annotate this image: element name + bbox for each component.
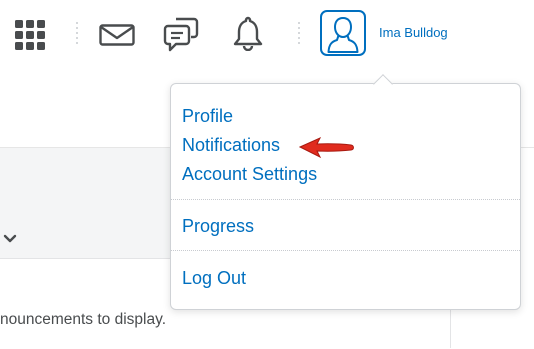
toolbar-separator — [76, 22, 78, 47]
menu-item-progress[interactable]: Progress — [182, 216, 254, 237]
menu-item-notifications[interactable]: Notifications — [182, 135, 280, 156]
menu-divider — [171, 199, 520, 200]
avatar — [320, 10, 366, 56]
chevron-down-icon[interactable] — [3, 234, 17, 244]
envelope-icon[interactable] — [99, 24, 135, 46]
menu-divider — [171, 250, 520, 251]
bell-icon[interactable] — [232, 15, 264, 51]
red-pointer-arrow-icon — [298, 136, 354, 159]
announcements-empty-text: nouncements to display. — [0, 311, 167, 328]
person-icon — [327, 16, 359, 53]
user-name: Ima Bulldog — [379, 25, 448, 40]
toolbar-separator — [298, 22, 300, 47]
menu-item-account-settings[interactable]: Account Settings — [182, 164, 317, 185]
menu-item-log-out[interactable]: Log Out — [182, 268, 246, 289]
top-navbar: Ima Bulldog — [0, 0, 534, 83]
user-dropdown-menu: Profile Notifications Account Settings P… — [170, 74, 521, 310]
speech-bubble-icon[interactable] — [163, 16, 199, 52]
waffle-grid-icon[interactable] — [14, 19, 46, 51]
menu-item-profile[interactable]: Profile — [182, 106, 233, 127]
